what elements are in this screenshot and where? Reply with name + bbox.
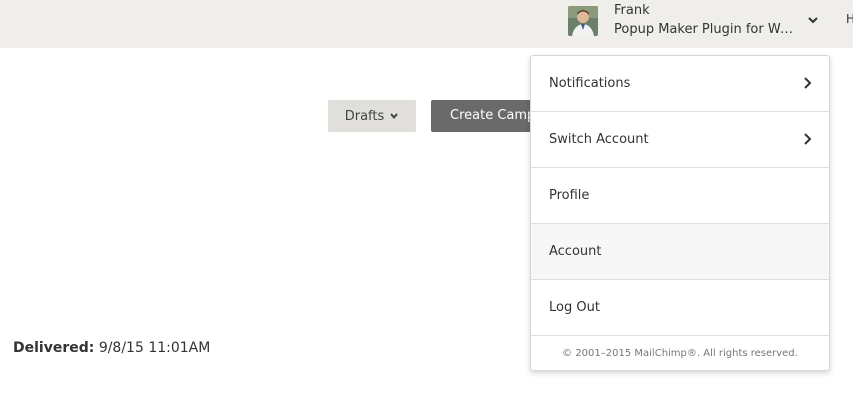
account-dropdown-menu: Notifications Switch Account Profile Acc… bbox=[530, 55, 830, 371]
drafts-button[interactable]: Drafts bbox=[328, 100, 416, 132]
drafts-label: Drafts bbox=[344, 108, 385, 124]
top-bar: Frank Popup Maker Plugin for Wo... H bbox=[0, 0, 853, 48]
chevron-down-icon[interactable] bbox=[805, 12, 821, 28]
chevron-down-icon bbox=[390, 113, 399, 120]
menu-item-switch-account[interactable]: Switch Account bbox=[531, 112, 829, 168]
delivered-value: 9/8/15 11:01AM bbox=[98, 340, 211, 356]
chevron-right-icon bbox=[804, 77, 812, 89]
menu-item-label: Log Out bbox=[549, 300, 600, 315]
menu-item-label: Notifications bbox=[549, 76, 631, 91]
topbar-overflow-text[interactable]: H bbox=[846, 12, 853, 26]
menu-item-notifications[interactable]: Notifications bbox=[531, 56, 829, 112]
user-avatar[interactable] bbox=[568, 6, 598, 36]
user-name: Frank bbox=[614, 3, 650, 18]
delivered-info: Delivered: 9/8/15 11:01AM bbox=[13, 340, 210, 356]
chevron-right-icon bbox=[804, 133, 812, 145]
menu-item-label: Account bbox=[549, 244, 602, 259]
menu-item-label: Profile bbox=[549, 188, 590, 203]
menu-item-profile[interactable]: Profile bbox=[531, 168, 829, 224]
menu-item-account[interactable]: Account bbox=[531, 224, 829, 280]
delivered-label: Delivered: bbox=[13, 340, 95, 356]
account-name: Popup Maker Plugin for Wo... bbox=[614, 22, 794, 37]
menu-item-log-out[interactable]: Log Out bbox=[531, 280, 829, 336]
menu-item-label: Switch Account bbox=[549, 132, 649, 147]
copyright-footer: © 2001–2015 MailChimp®. All rights reser… bbox=[562, 348, 798, 359]
